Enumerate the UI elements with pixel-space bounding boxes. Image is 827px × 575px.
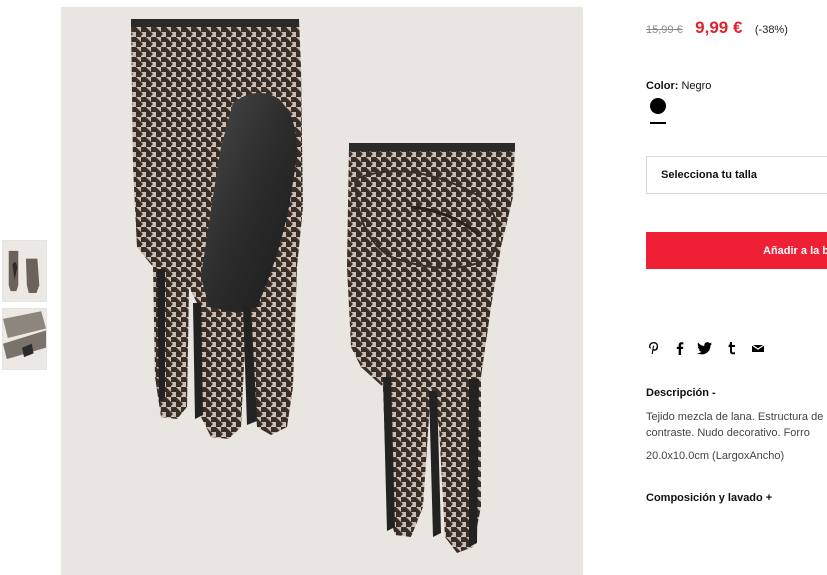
size-select[interactable]: Selecciona tu talla [646,156,827,194]
left-glove [131,19,303,439]
discount-badge: (-38%) [754,24,788,36]
description-text: Tejido mezcla de lana. Estructura de con… [646,409,823,441]
tumblr-icon[interactable] [724,340,740,356]
thumbnail-gloves-detail[interactable] [2,308,47,370]
price-block: 15,99 € 9,99 € (-38%) [646,18,788,38]
pinterest-icon[interactable] [646,340,662,356]
sale-price: 9,99 € [695,18,743,37]
twitter-icon[interactable] [697,340,713,356]
composition-toggle[interactable]: Composición y lavado + [646,492,772,504]
description-toggle[interactable]: Descripción - [646,387,716,399]
facebook-icon[interactable] [672,340,688,356]
color-value: Negro [681,80,712,92]
selected-swatch-indicator [650,122,666,124]
description-line: contraste. Nudo decorativo. Forro [646,427,810,439]
thumbnail-list [2,240,47,376]
thumbnail-gloves-front[interactable] [2,240,47,302]
dimensions-text: 20.0x10.0cm (LargoxAncho) [646,450,785,462]
color-row: Color: Negro [646,80,711,92]
color-swatch-black[interactable] [650,98,666,114]
email-icon[interactable] [750,340,766,356]
original-price: 15,99 € [646,24,683,36]
description-line: Tejido mezcla de lana. Estructura de [646,411,824,423]
product-main-image [61,7,583,575]
add-to-cart-button[interactable]: Añadir a la bolsa [646,232,827,269]
color-label: Color: [646,80,679,92]
